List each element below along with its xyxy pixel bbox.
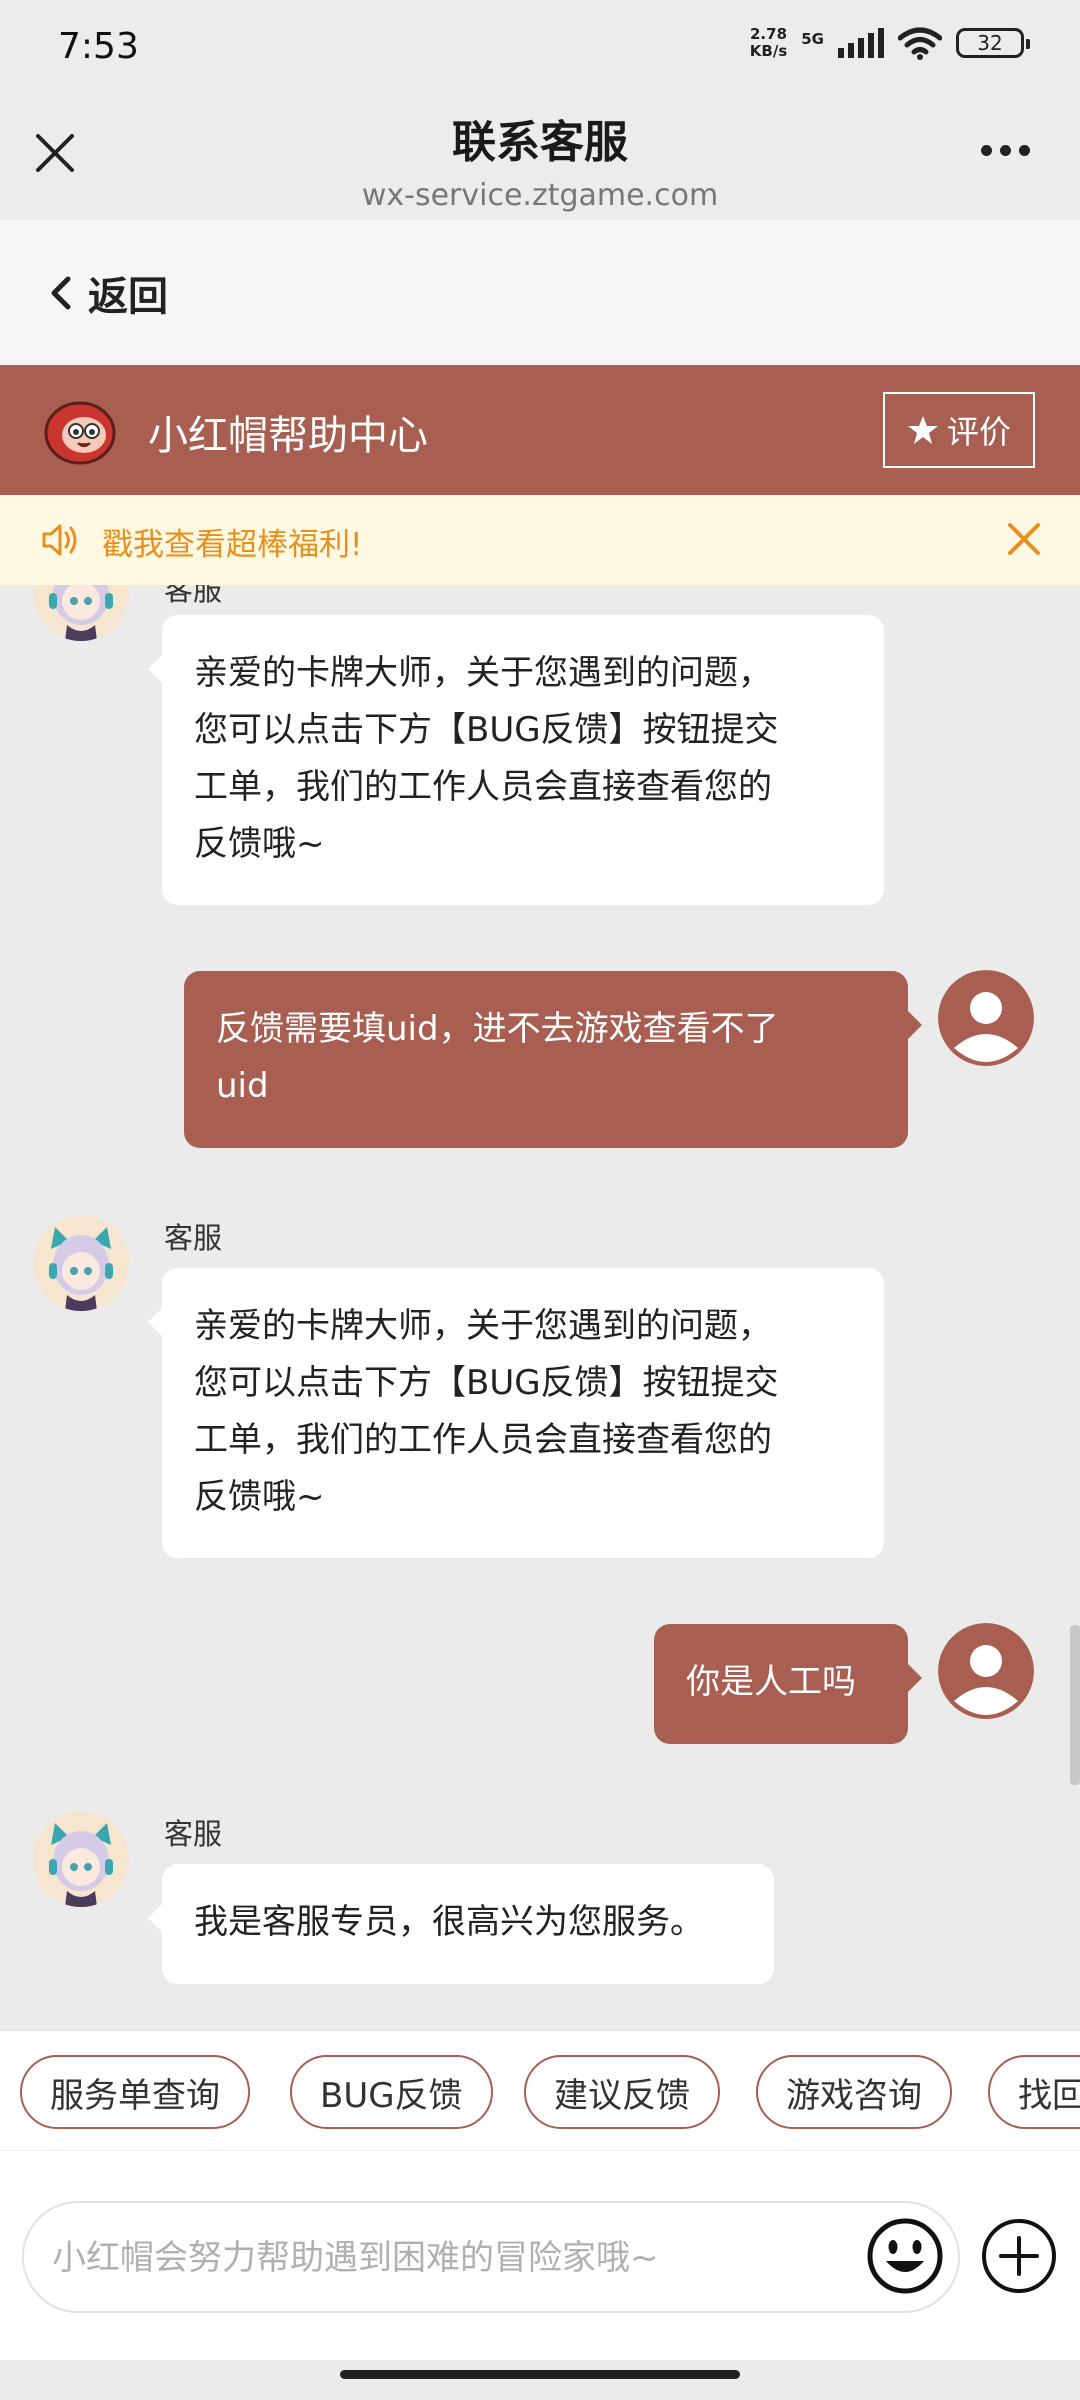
notice-text: 戳我查看超棒福利! <box>102 527 363 563</box>
chat-area[interactable]: 客服 亲爱的卡牌大师，关于您遇到的问题， 您可以点击下方【BUG反馈】按钮提交 … <box>0 585 1080 2030</box>
sender-name: 客服 <box>164 1221 223 1255</box>
agent-message: 我是客服专员，很高兴为您服务。 <box>148 1864 774 1984</box>
agent-message: 亲爱的卡牌大师，关于您遇到的问题， 您可以点击下方【BUG反馈】按钮提交 工单，… <box>148 1268 884 1558</box>
home-indicator[interactable] <box>340 2370 740 2379</box>
chevron-left-icon <box>51 276 71 310</box>
message-line: uid <box>216 1066 269 1106</box>
user-avatar <box>938 1623 1034 1719</box>
brand-name: 小红帽帮助中心 <box>148 413 428 459</box>
back-label: 返回 <box>88 274 168 320</box>
message-input-box[interactable] <box>22 2201 960 2313</box>
status-bar: 7:53 2.78 KB/s 5G 32 <box>0 0 1080 100</box>
message-line: 工单，我们的工作人员会直接查看您的 <box>194 767 772 807</box>
network-speed: 2.78 KB/s <box>750 26 787 60</box>
message-line: 亲爱的卡牌大师，关于您遇到的问题， <box>194 1306 772 1346</box>
message-line: 反馈哦~ <box>194 1477 325 1517</box>
chat-scrollbar[interactable] <box>1070 1625 1080 1785</box>
network-speed-unit: KB/s <box>749 42 788 60</box>
sender-name: 客服 <box>164 585 223 607</box>
emoji-icon[interactable] <box>866 2217 944 2295</box>
speaker-icon <box>42 524 77 556</box>
network-speed-value: 2.78 <box>750 25 788 43</box>
quick-action-suggestion[interactable]: 建议反馈 <box>524 2055 720 2129</box>
message-line: 我是客服专员，很高兴为您服务。 <box>194 1902 704 1942</box>
title-bar: 联系客服 wx-service.ztgame.com <box>0 100 1080 220</box>
title-block: 联系客服 wx-service.ztgame.com <box>0 106 1080 213</box>
agent-avatar <box>33 1215 129 1311</box>
message-input[interactable] <box>52 2223 852 2293</box>
close-icon[interactable] <box>1004 519 1044 559</box>
star-icon <box>907 416 938 444</box>
page-title: 联系客服 <box>452 117 628 168</box>
agent-avatar <box>33 1811 129 1907</box>
battery-indicator: 32 <box>956 28 1030 58</box>
back-bar: 返回 <box>0 220 1080 365</box>
more-icon[interactable] <box>981 145 1030 156</box>
message-line: 亲爱的卡牌大师，关于您遇到的问题， <box>194 653 772 693</box>
message-line: 您可以点击下方【BUG反馈】按钮提交 <box>194 1363 779 1403</box>
network-type: 5G <box>801 30 824 48</box>
quick-action-game-consult[interactable]: 游戏咨询 <box>756 2055 952 2129</box>
rate-button[interactable]: 评价 <box>883 392 1035 468</box>
quick-action-service-query[interactable]: 服务单查询 <box>20 2055 250 2129</box>
brand-header: 小红帽帮助中心 评价 <box>0 365 1080 495</box>
status-indicators: 2.78 KB/s 5G 32 <box>750 26 1030 60</box>
signal-icon <box>838 28 884 58</box>
input-bar <box>0 2150 1080 2360</box>
back-button[interactable]: 返回 <box>48 264 168 322</box>
user-message: 反馈需要填uid，进不去游戏查看不了 uid <box>184 971 922 1148</box>
status-time: 7:53 <box>58 26 139 67</box>
wifi-icon <box>898 27 942 60</box>
quick-action-recover[interactable]: 找回 <box>988 2055 1080 2129</box>
message-line: 您可以点击下方【BUG反馈】按钮提交 <box>194 710 779 750</box>
message-line: 反馈哦~ <box>194 824 325 864</box>
message-line: 你是人工吗 <box>686 1662 856 1702</box>
sender-name: 客服 <box>164 1817 223 1851</box>
brand-logo-icon <box>44 401 116 465</box>
agent-message: 亲爱的卡牌大师，关于您遇到的问题， 您可以点击下方【BUG反馈】按钮提交 工单，… <box>148 615 884 905</box>
notice-banner[interactable]: 戳我查看超棒福利! <box>0 495 1080 585</box>
message-line: 工单，我们的工作人员会直接查看您的 <box>194 1420 772 1460</box>
quick-action-bug-report[interactable]: BUG反馈 <box>290 2055 493 2129</box>
agent-avatar <box>33 585 129 641</box>
plus-icon[interactable] <box>980 2217 1058 2295</box>
user-message: 你是人工吗 <box>654 1624 922 1744</box>
message-line: 反馈需要填uid，进不去游戏查看不了 <box>216 1009 779 1049</box>
page-url: wx-service.ztgame.com <box>361 178 719 213</box>
user-avatar <box>938 970 1034 1066</box>
quick-action-bar: 服务单查询 BUG反馈 建议反馈 游戏咨询 找回 <box>0 2030 1080 2150</box>
rate-label: 评价 <box>946 413 1011 451</box>
